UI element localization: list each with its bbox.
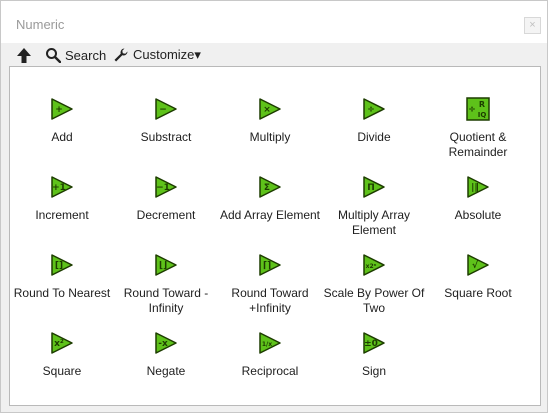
search-label: Search: [65, 47, 107, 63]
numeric-function-icon: |‖: [466, 175, 490, 199]
palette-item-label: Negate: [146, 364, 186, 378]
up-arrow-icon: [15, 46, 33, 64]
palette-item-negate[interactable]: -x Negate: [114, 331, 218, 391]
numeric-function-icon: √: [466, 253, 490, 277]
toolbar: Search Customize▾: [1, 43, 547, 67]
svg-text:x2ⁿ: x2ⁿ: [366, 263, 377, 270]
svg-text:+1: +1: [52, 183, 66, 193]
palette-item-label: Square Root: [444, 286, 512, 300]
title-bar: Numeric ×: [1, 1, 547, 43]
numeric-function-icon: []: [50, 253, 74, 277]
numeric-palette-window: Numeric × Search Customize▾ + Add − Substra…: [0, 0, 548, 413]
palette-item-label: Multiply Array Element: [337, 208, 411, 237]
svg-text:−: −: [159, 105, 167, 115]
palette-item-label: Absolute: [454, 208, 502, 222]
svg-text:⌈⌉: ⌈⌉: [263, 261, 271, 271]
palette-item-square[interactable]: x² Square: [10, 331, 114, 391]
palette-item-add[interactable]: + Add: [10, 97, 114, 157]
numeric-function-icon: 1/x: [258, 331, 282, 355]
numeric-function-icon: ×: [258, 97, 282, 121]
svg-text:[]: []: [55, 261, 63, 271]
palette-item-label: Add: [51, 130, 73, 144]
palette-item-substract[interactable]: − Substract: [114, 97, 218, 157]
numeric-function-icon: R IQ ÷: [466, 97, 490, 121]
svg-text:−1: −1: [156, 183, 170, 193]
numeric-function-icon: ⌈⌉: [258, 253, 282, 277]
wrench-icon: [113, 47, 129, 63]
search-button[interactable]: Search: [45, 45, 106, 65]
svg-text:Π: Π: [367, 183, 375, 193]
palette-item-divide[interactable]: ÷ Divide: [322, 97, 426, 157]
palette-item-label: Substract: [140, 130, 192, 144]
svg-text:x²: x²: [54, 339, 64, 349]
palette-item-sign[interactable]: ±0 Sign: [322, 331, 426, 391]
palette-item-label: Round Toward +Infinity: [231, 286, 309, 315]
palette-item-label: Round To Nearest: [13, 286, 111, 300]
palette-item-label: Increment: [35, 208, 89, 222]
palette-item-label: Divide: [357, 130, 391, 144]
numeric-function-icon: x²: [50, 331, 74, 355]
function-palette: + Add − Substract × Multiply ÷ Divide R IQ ÷ Quotie…: [9, 66, 541, 406]
svg-text:÷: ÷: [468, 105, 476, 115]
numeric-function-icon: x2ⁿ: [362, 253, 386, 277]
numeric-function-icon: ±0: [362, 331, 386, 355]
numeric-function-icon: -x: [154, 331, 178, 355]
svg-text:1/x: 1/x: [262, 341, 272, 348]
svg-text:IQ: IQ: [478, 111, 487, 119]
numeric-function-icon: +1: [50, 175, 74, 199]
palette-item-reciprocal[interactable]: 1/x Reciprocal: [218, 331, 322, 391]
palette-item-scale-by-power-of-two[interactable]: x2ⁿ Scale By Power Of Two: [322, 253, 426, 315]
customize-label: Customize▾: [133, 47, 201, 62]
palette-item-round-to-nearest[interactable]: [] Round To Nearest: [10, 253, 114, 313]
svg-text:÷: ÷: [367, 105, 375, 115]
numeric-function-icon: ÷: [362, 97, 386, 121]
svg-text:√: √: [472, 260, 479, 271]
palette-item-label: Reciprocal: [241, 364, 299, 378]
close-button[interactable]: ×: [524, 17, 541, 34]
svg-text:R: R: [479, 100, 485, 109]
numeric-function-icon: −1: [154, 175, 178, 199]
window-title: Numeric: [16, 17, 65, 32]
numeric-function-icon: Π: [362, 175, 386, 199]
palette-item-label: Square: [42, 364, 82, 378]
palette-item-increment[interactable]: +1 Increment: [10, 175, 114, 235]
palette-item-multiply-array-element[interactable]: Π Multiply Array Element: [322, 175, 426, 237]
svg-text:±0: ±0: [364, 339, 378, 349]
palette-item-multiply[interactable]: × Multiply: [218, 97, 322, 157]
palette-item-decrement[interactable]: −1 Decrement: [114, 175, 218, 235]
numeric-function-icon: +: [50, 97, 74, 121]
palette-item-label: Quotient & Remainder: [448, 130, 508, 159]
palette-item-round-toward-infinity[interactable]: ⌈⌉ Round Toward +Infinity: [218, 253, 322, 315]
svg-text:⌊⌋: ⌊⌋: [159, 261, 167, 271]
palette-item-quotient-remainder[interactable]: R IQ ÷ Quotient & Remainder: [426, 97, 530, 159]
palette-item-label: Sign: [361, 364, 387, 378]
numeric-function-icon: ⌊⌋: [154, 253, 178, 277]
svg-text:×: ×: [263, 105, 271, 115]
svg-text:Σ: Σ: [264, 183, 270, 193]
numeric-function-icon: −: [154, 97, 178, 121]
palette-item-label: Multiply: [249, 130, 291, 144]
palette-item-label: Add Array Element: [219, 208, 321, 222]
customize-menu-button[interactable]: Customize▾: [113, 45, 201, 65]
palette-item-label: Round Toward -Infinity: [123, 286, 209, 315]
svg-text:|‖: |‖: [471, 183, 479, 193]
palette-item-square-root[interactable]: √ Square Root: [426, 253, 530, 313]
numeric-function-icon: Σ: [258, 175, 282, 199]
up-button[interactable]: [15, 45, 33, 65]
palette-item-absolute[interactable]: |‖ Absolute: [426, 175, 530, 235]
palette-item-round-toward-infinity[interactable]: ⌊⌋ Round Toward -Infinity: [114, 253, 218, 315]
palette-item-label: Decrement: [136, 208, 196, 222]
palette-item-add-array-element[interactable]: Σ Add Array Element: [218, 175, 322, 235]
search-icon: [45, 47, 61, 63]
svg-text:+: +: [55, 105, 63, 115]
palette-item-label: Scale By Power Of Two: [323, 286, 425, 315]
svg-text:-x: -x: [158, 339, 168, 349]
